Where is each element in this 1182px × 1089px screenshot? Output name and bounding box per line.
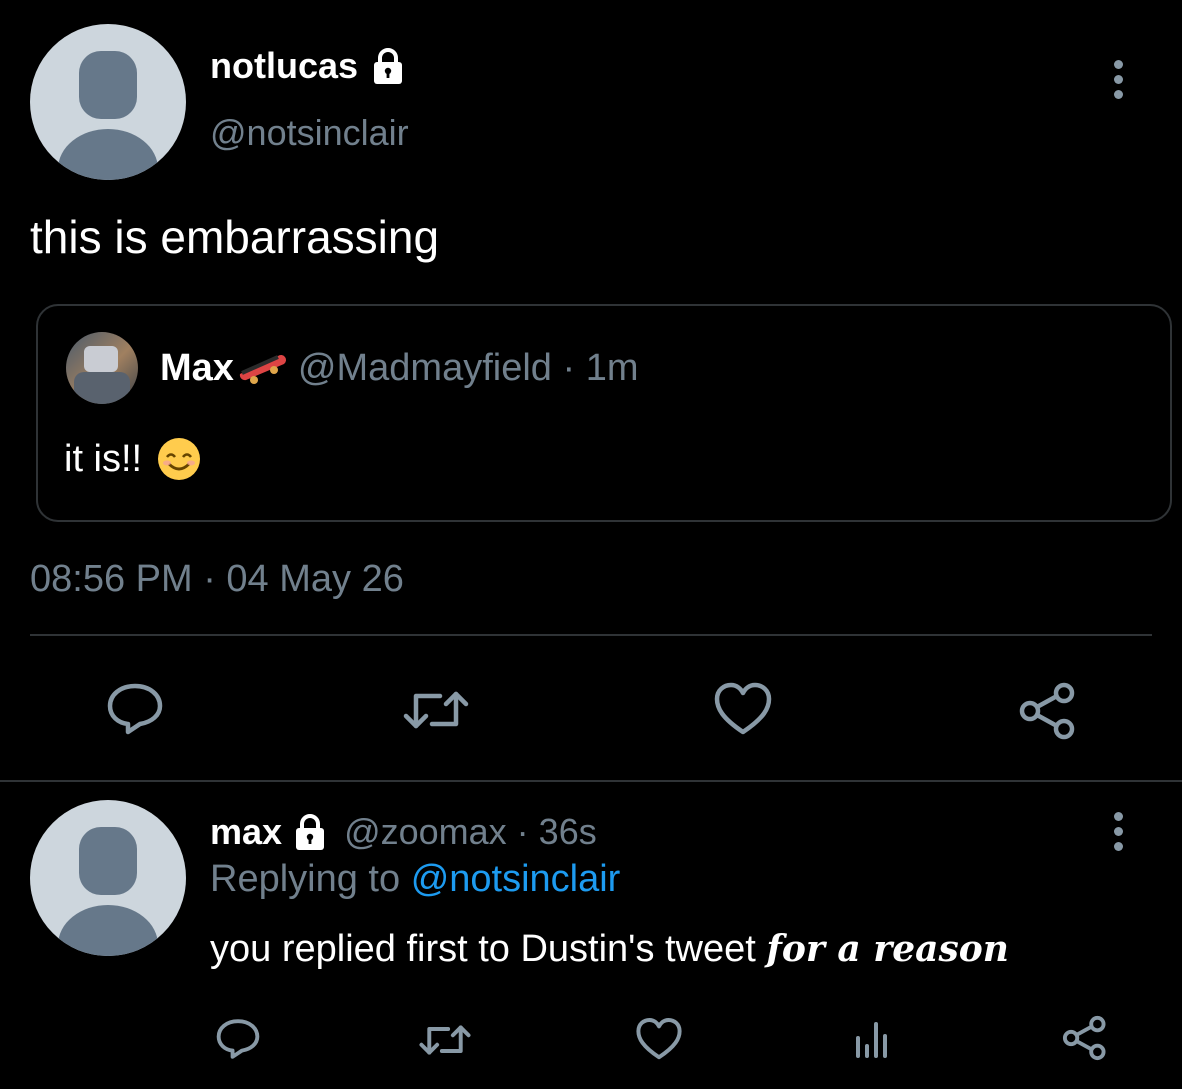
quoted-tweet-age: 1m	[585, 346, 639, 389]
quoted-tweet-card[interactable]: Max @Madmayfield · 1m it is!!	[36, 304, 1172, 522]
reply-display-name[interactable]: max	[210, 811, 282, 853]
quoted-tweet-text: it is!!	[64, 437, 143, 480]
heart-icon[interactable]	[634, 1016, 684, 1062]
analytics-icon[interactable]	[852, 1018, 892, 1060]
reply-icon[interactable]	[214, 1016, 262, 1062]
heart-icon[interactable]	[712, 680, 774, 738]
quoted-tweet-avatar	[66, 332, 138, 404]
main-tweet-avatar[interactable]	[30, 24, 186, 180]
reply-age: 36s	[538, 811, 597, 852]
skateboard-emoji	[239, 355, 286, 384]
main-tweet-handle[interactable]: @notsinclair	[210, 112, 409, 154]
retweet-icon[interactable]	[416, 1018, 474, 1062]
replying-to-handle[interactable]: @notsinclair	[411, 858, 621, 900]
section-divider	[0, 780, 1182, 782]
reply-text: you replied first to Dustin's tweet	[210, 928, 756, 970]
reply-more-icon[interactable]	[1114, 812, 1124, 857]
retweet-icon[interactable]	[400, 682, 472, 738]
main-tweet-more-icon[interactable]	[1114, 60, 1124, 105]
main-tweet-display-name[interactable]: notlucas	[210, 45, 358, 87]
lock-icon	[296, 814, 325, 850]
reply-handle[interactable]: @zoomax	[344, 811, 507, 853]
main-tweet-timestamp: 08:56 PM · 04 May 26	[30, 558, 404, 600]
quoted-tweet-display-name: Max	[160, 346, 234, 389]
smiling-face-emoji	[158, 438, 201, 480]
reply-separator: ·	[506, 811, 539, 852]
quoted-tweet-handle: @Madmayfield	[297, 346, 552, 389]
reply-avatar[interactable]	[30, 800, 186, 956]
share-icon[interactable]	[1060, 1014, 1110, 1062]
lock-icon	[374, 48, 403, 84]
main-tweet-divider	[30, 634, 1152, 636]
share-icon[interactable]	[1016, 680, 1080, 742]
quoted-tweet-separator: ·	[551, 346, 586, 389]
reply-text-emphasis: for a reason	[766, 928, 1009, 970]
replying-to-label: Replying to	[210, 858, 401, 900]
main-tweet-text: this is embarrassing	[30, 211, 440, 263]
reply-icon[interactable]	[104, 680, 166, 738]
